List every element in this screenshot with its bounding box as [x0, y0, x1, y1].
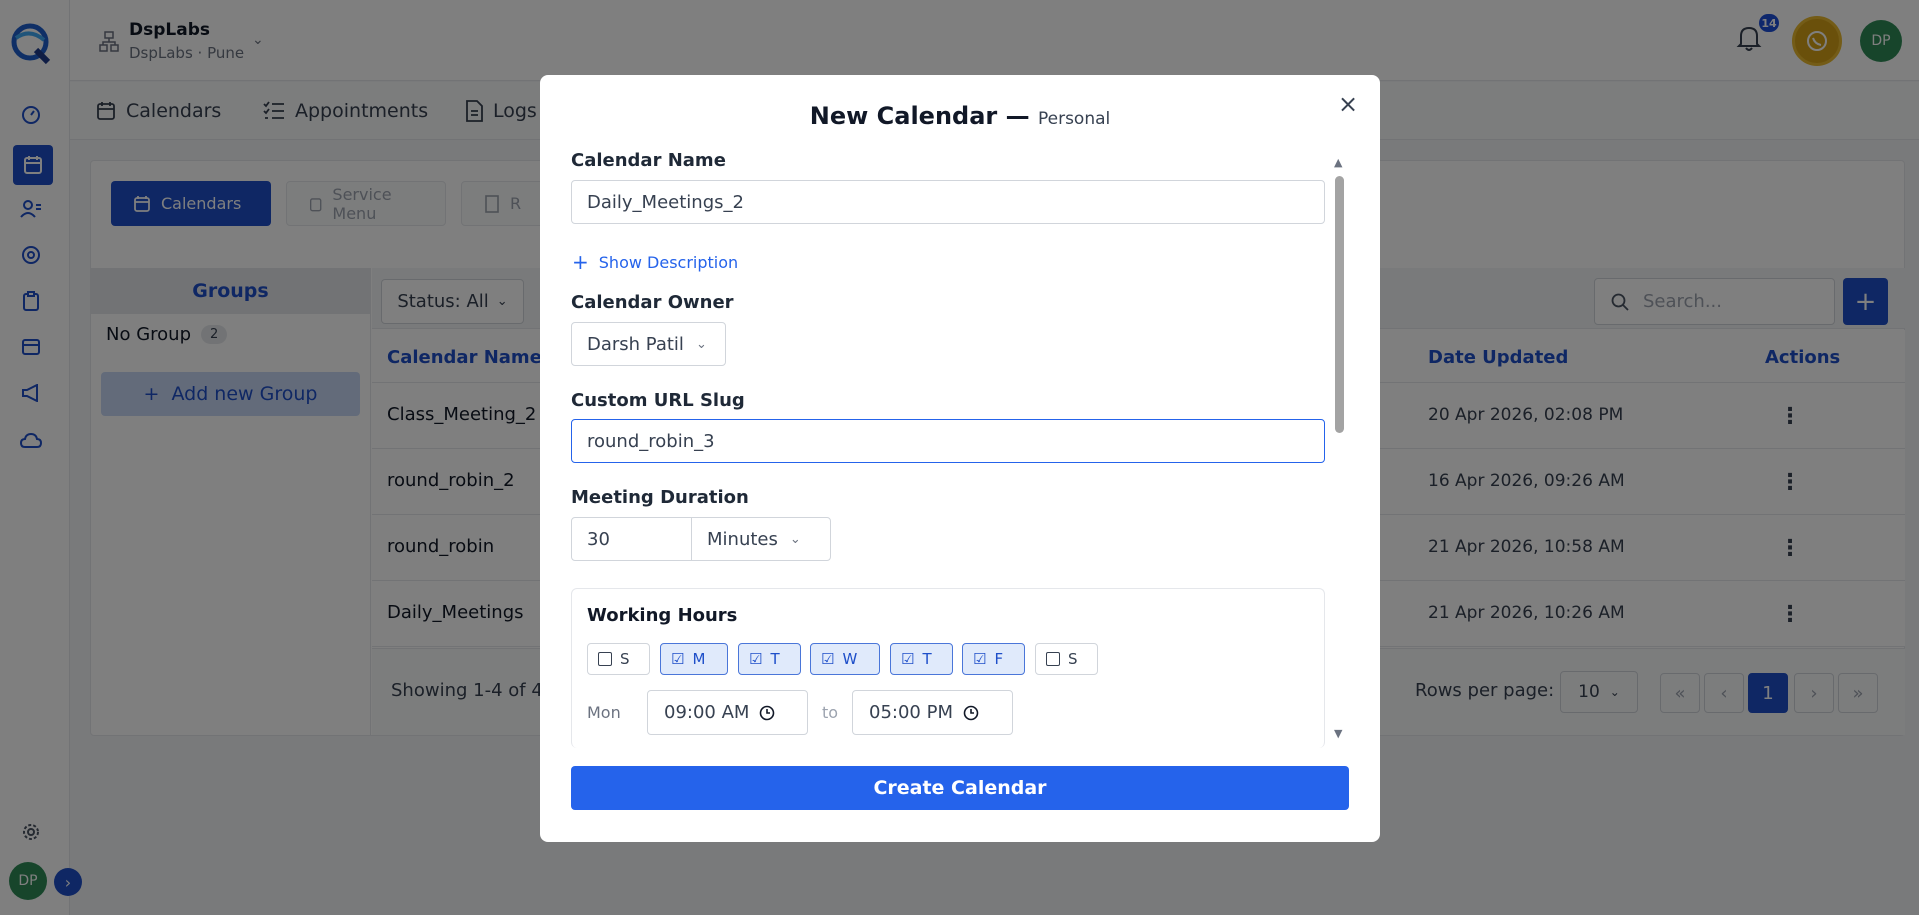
create-calendar-button[interactable]: Create Calendar	[571, 766, 1349, 810]
duration-input[interactable]: 30	[571, 517, 692, 561]
end-time-input[interactable]: 05:00 PM	[852, 690, 1013, 735]
scroll-up-icon[interactable]: ▲	[1334, 156, 1342, 169]
scroll-down-icon[interactable]: ▼	[1334, 727, 1342, 740]
calendar-owner-select[interactable]: Darsh Patil ⌄	[571, 322, 726, 366]
checkbox-icon	[598, 652, 612, 666]
start-time-input[interactable]: 09:00 AM	[647, 690, 808, 735]
day-label: M	[692, 650, 706, 668]
checkbox-checked-icon: ☑	[671, 650, 685, 668]
day-toggle-thu[interactable]: ☑ T	[890, 643, 953, 675]
modal-subtitle: Personal	[1037, 109, 1111, 129]
calendar-name-input[interactable]: Daily_Meetings_2	[571, 180, 1325, 224]
url-slug-input[interactable]: round_robin_3	[571, 419, 1325, 463]
day-label: F	[994, 650, 1004, 668]
working-hours-title: Working Hours	[587, 605, 738, 626]
url-slug-label: Custom URL Slug	[571, 390, 745, 411]
calendar-owner-label: Calendar Owner	[571, 292, 734, 313]
show-description-label: Show Description	[598, 252, 739, 272]
day-label: S	[620, 650, 630, 668]
duration-unit-value: Minutes	[707, 528, 778, 550]
calendar-name-label: Calendar Name	[571, 150, 726, 171]
day-toggle-fri[interactable]: ☑ F	[962, 643, 1025, 675]
modal-title: New Calendar — Personal	[540, 102, 1380, 130]
checkbox-checked-icon: ☑	[973, 650, 987, 668]
day-label: T	[922, 650, 932, 668]
owner-value: Darsh Patil	[587, 333, 684, 355]
chevron-down-icon: ⌄	[695, 336, 707, 352]
checkbox-checked-icon: ☑	[749, 650, 763, 668]
show-description-link[interactable]: + Show Description	[572, 250, 738, 274]
day-label: S	[1068, 650, 1078, 668]
modal-title-text: New Calendar —	[809, 102, 1030, 130]
close-icon[interactable]: ×	[1336, 90, 1360, 118]
checkbox-icon	[1046, 652, 1060, 666]
day-label: T	[770, 650, 780, 668]
to-label: to	[822, 703, 839, 722]
day-toggle-tue[interactable]: ☑ T	[738, 643, 801, 675]
end-time-value: 05:00 PM	[869, 702, 953, 723]
start-time-value: 09:00 AM	[664, 702, 750, 723]
checkbox-checked-icon: ☑	[901, 650, 915, 668]
mon-label: Mon	[587, 703, 621, 722]
clock-icon	[760, 705, 775, 720]
duration-unit-select[interactable]: Minutes ⌄	[691, 517, 831, 561]
chevron-down-icon: ⌄	[789, 531, 801, 547]
day-toggle-wed[interactable]: ☑ W	[810, 643, 880, 675]
checkbox-checked-icon: ☑	[821, 650, 835, 668]
clock-icon	[963, 705, 979, 720]
day-toggle-sun[interactable]: S	[587, 643, 650, 675]
scrollbar-thumb[interactable]	[1335, 176, 1344, 433]
meeting-duration-label: Meeting Duration	[571, 487, 749, 508]
day-label: W	[842, 650, 858, 668]
plus-icon: +	[572, 250, 589, 274]
day-toggle-mon[interactable]: ☑ M	[660, 643, 728, 675]
day-toggle-sat[interactable]: S	[1035, 643, 1098, 675]
